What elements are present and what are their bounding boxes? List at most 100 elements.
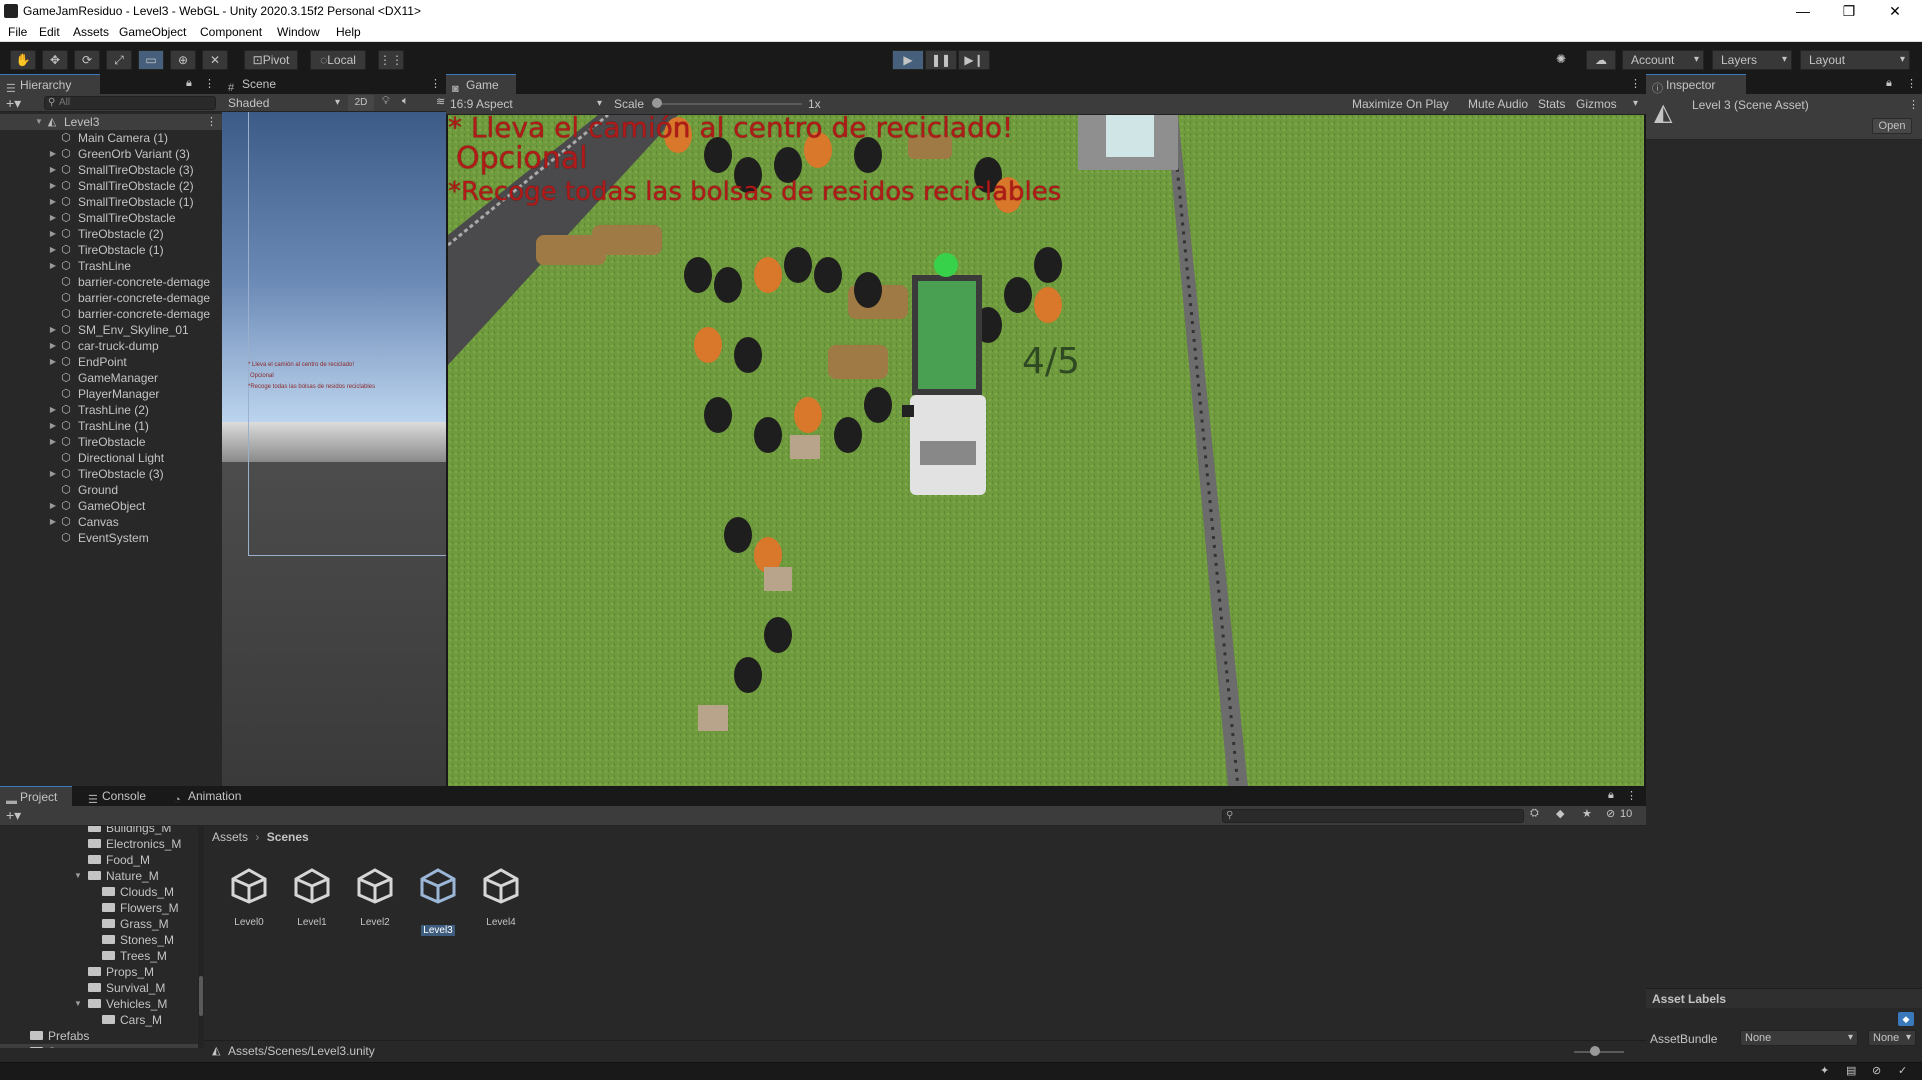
account-dropdown[interactable]: Account [1622, 50, 1704, 70]
expand-arrow-icon[interactable]: ▶ [48, 242, 58, 258]
lighting-icon[interactable]: 💡︎ [382, 95, 390, 108]
scene-asset-tile[interactable]: Level4 [473, 866, 529, 940]
local-toggle[interactable]: ◌Local [310, 50, 366, 70]
scale-slider-thumb[interactable] [652, 98, 662, 108]
step-button[interactable]: ▶❙ [958, 50, 990, 70]
grid-snap-icon[interactable]: ⋮⋮ [378, 50, 404, 70]
tab-scene[interactable]: # Scene [222, 74, 302, 94]
project-folder[interactable]: Grass_M [0, 916, 200, 932]
hierarchy-item[interactable]: ▶ ⬡ GameObject [0, 498, 222, 514]
hierarchy-item[interactable]: ▶ ⬡ GreenOrb Variant (3) [0, 146, 222, 162]
rect-tool-icon[interactable]: ▭ [138, 50, 164, 70]
scene-viewport[interactable]: * Lleva el camión al centro de reciclado… [222, 112, 446, 786]
toggle-2d-button[interactable]: 2D [348, 95, 374, 111]
move-tool-icon[interactable]: ✥ [42, 50, 68, 70]
pivot-toggle[interactable]: ⊡Pivot [244, 50, 298, 70]
auto-generate-lighting-icon[interactable]: ⊘ [1872, 1064, 1881, 1077]
hierarchy-item[interactable]: ▶ ⬡ SmallTireObstacle [0, 210, 222, 226]
kebab-menu-icon[interactable]: ⋮ [204, 77, 215, 90]
hierarchy-item[interactable]: ▶ ⬡ Canvas [0, 514, 222, 530]
create-plus-icon[interactable]: +▾ [6, 94, 21, 112]
expand-arrow-icon[interactable]: ▶ [48, 178, 58, 194]
kebab-menu-icon[interactable]: ⋮ [1626, 789, 1637, 802]
menu-file[interactable]: File [8, 25, 27, 39]
shading-dropdown[interactable]: Shaded [226, 94, 344, 112]
bug-icon[interactable]: ✦ [1820, 1064, 1829, 1077]
hidden-packages-icon[interactable]: ⊘ [1606, 807, 1615, 820]
lock-icon[interactable]: 🔒︎ [1886, 77, 1892, 90]
project-search-input[interactable]: ⚲ [1222, 809, 1524, 823]
expand-arrow-icon[interactable]: ▶ [48, 354, 58, 370]
kebab-menu-icon[interactable]: ⋮ [1906, 77, 1917, 90]
play-button[interactable]: ▶ [892, 50, 924, 70]
expand-arrow-icon[interactable]: ▶ [48, 434, 58, 450]
project-folder[interactable]: Food_M [0, 852, 200, 868]
kebab-menu-icon[interactable]: ⋮ [1630, 77, 1641, 90]
expand-arrow-icon[interactable]: ▼ [34, 114, 44, 130]
hand-tool-icon[interactable]: ✋ [10, 50, 36, 70]
tab-hierarchy[interactable]: ☰ Hierarchy [0, 74, 100, 95]
project-folder[interactable]: Buildings_M [0, 826, 200, 836]
menu-window[interactable]: Window [277, 25, 320, 39]
cloud-icon[interactable]: ☁ [1586, 50, 1616, 70]
kebab-menu-icon[interactable]: ⋮ [430, 77, 441, 90]
project-folder[interactable]: Survival_M [0, 980, 200, 996]
favorite-star-icon[interactable]: ★ [1582, 807, 1592, 820]
menu-gameobject[interactable]: GameObject [119, 25, 186, 39]
transform-tool-icon[interactable]: ⊕ [170, 50, 196, 70]
hierarchy-item[interactable]: ▶ ⬡ TireObstacle [0, 434, 222, 450]
hierarchy-item[interactable]: ⬡ GameManager [0, 370, 222, 386]
pause-button[interactable]: ❚❚ [925, 50, 957, 70]
open-button[interactable]: Open [1872, 118, 1912, 134]
tab-console[interactable]: ☰ Console [82, 786, 162, 806]
layers-dropdown[interactable]: Layers [1712, 50, 1792, 70]
folder-tree-scroll-thumb[interactable] [199, 976, 203, 1016]
expand-arrow-icon[interactable]: ▼ [74, 996, 82, 1012]
expand-arrow-icon[interactable]: ▶ [48, 418, 58, 434]
hierarchy-item[interactable]: ⬡ EventSystem [0, 530, 222, 546]
kebab-menu-icon[interactable]: ⋮ [206, 114, 217, 130]
aspect-dropdown[interactable]: 16:9 Aspect [450, 94, 606, 114]
stats-toggle[interactable]: Stats [1538, 94, 1565, 114]
project-folder[interactable]: Props_M [0, 964, 200, 980]
tab-game[interactable]: ◙ Game [446, 74, 516, 95]
hierarchy-item[interactable]: ▶ ⬡ TireObstacle (3) [0, 466, 222, 482]
hierarchy-item[interactable]: ▶ ⬡ SmallTireObstacle (3) [0, 162, 222, 178]
hierarchy-item[interactable]: ⬡ Directional Light [0, 450, 222, 466]
restore-button[interactable]: ❐ [1826, 0, 1872, 22]
audio-icon[interactable]: 🔈︎ [402, 95, 409, 108]
services-icon[interactable]: ✺ [1548, 50, 1574, 70]
hierarchy-item[interactable]: ▶ ⬡ TrashLine [0, 258, 222, 274]
tag-icon[interactable]: ◆ [1898, 1012, 1914, 1026]
filter-by-label-icon[interactable]: ◆ [1556, 807, 1564, 820]
scene-asset-tile[interactable]: Level1 [284, 866, 340, 940]
hierarchy-item[interactable]: ▶ ⬡ EndPoint [0, 354, 222, 370]
hierarchy-item[interactable]: ⬡ PlayerManager [0, 386, 222, 402]
effects-icon[interactable]: ≋ [436, 95, 445, 108]
scene-asset-tile[interactable]: Level2 [347, 866, 403, 940]
expand-arrow-icon[interactable]: ▶ [48, 146, 58, 162]
project-folder[interactable]: Prefabs [0, 1028, 200, 1044]
expand-arrow-icon[interactable]: ▶ [48, 258, 58, 274]
hierarchy-item[interactable]: ▶ ⬡ SmallTireObstacle (2) [0, 178, 222, 194]
project-folder[interactable]: Trees_M [0, 948, 200, 964]
hierarchy-item[interactable]: ▶ ⬡ TireObstacle (2) [0, 226, 222, 242]
expand-arrow-icon[interactable]: ▶ [48, 466, 58, 482]
expand-arrow-icon[interactable]: ▶ [48, 498, 58, 514]
expand-arrow-icon[interactable]: ▼ [74, 868, 82, 884]
hierarchy-item[interactable]: ⬡ barrier-concrete-demage [0, 290, 222, 306]
project-folder[interactable]: Stones_M [0, 932, 200, 948]
menu-component[interactable]: Component [200, 25, 262, 39]
project-folder[interactable]: Clouds_M [0, 884, 200, 900]
hierarchy-item[interactable]: ▶ ⬡ TireObstacle (1) [0, 242, 222, 258]
tab-animation[interactable]: ◔ Animation [168, 786, 268, 806]
tab-project[interactable]: ▬ Project [0, 786, 72, 807]
breadcrumb-scenes[interactable]: Scenes [267, 830, 309, 844]
breadcrumb-assets[interactable]: Assets [212, 830, 248, 844]
hierarchy-item[interactable]: ▶ ⬡ TrashLine (1) [0, 418, 222, 434]
expand-arrow-icon[interactable]: ▶ [48, 210, 58, 226]
scene-asset-tile[interactable]: Level0 [221, 866, 277, 940]
lock-icon[interactable]: 🔒︎ [1608, 789, 1614, 802]
menu-edit[interactable]: Edit [39, 25, 60, 39]
hierarchy-item[interactable]: ▶ ⬡ car-truck-dump [0, 338, 222, 354]
